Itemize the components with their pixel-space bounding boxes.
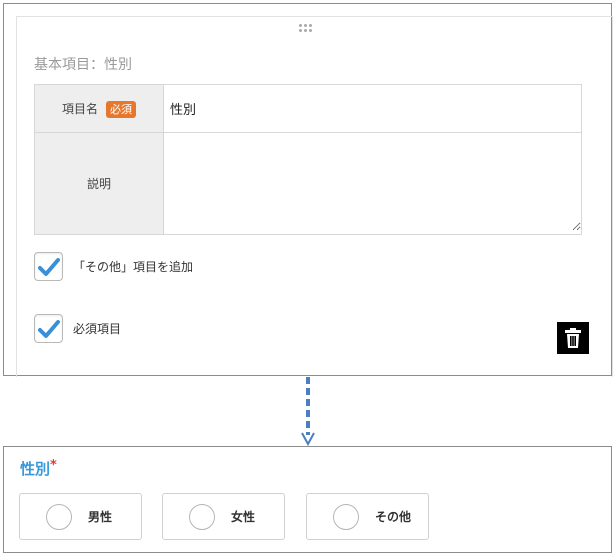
radio-circle-icon (189, 503, 215, 530)
description-header: 説明 (34, 132, 164, 235)
radio-option-male[interactable]: 男性 (19, 493, 142, 540)
radio-label: 女性 (231, 510, 256, 524)
required-field-label: 必須項目 (73, 322, 122, 336)
delete-field-button[interactable] (557, 322, 589, 354)
required-field-checkbox[interactable] (34, 314, 63, 343)
field-settings-table: 項目名必須 説明 (34, 84, 582, 235)
description-cell (163, 132, 582, 235)
preview-title-text: 性別 (20, 460, 51, 478)
form-preview-panel: 性別* 男性 女性 その他 (3, 446, 612, 553)
add-other-option-row: 「その他」項目を追加 (34, 252, 193, 281)
description-label: 説明 (86, 177, 111, 191)
checkmark-icon (37, 319, 60, 338)
description-row: 説明 (34, 132, 582, 235)
radio-circle-icon (46, 503, 72, 530)
radio-label: その他 (375, 510, 412, 524)
radio-circle-icon (333, 503, 359, 530)
field-name-row: 項目名 必須 (34, 84, 582, 133)
field-name-input[interactable] (164, 85, 581, 132)
arrow-down-icon (301, 377, 315, 447)
add-other-label: 「その他」項目を追加 (73, 260, 194, 274)
radio-option-other[interactable]: その他 (306, 493, 429, 540)
preview-field-title: 性別* (20, 458, 57, 479)
drag-handle-icon[interactable] (299, 24, 315, 34)
section-title: 基本項目：性別 (34, 57, 132, 73)
add-other-checkbox[interactable] (34, 252, 63, 281)
required-field-row: 必須項目 (34, 314, 121, 343)
radio-label: 男性 (88, 510, 113, 524)
required-badge: 必須 (106, 100, 136, 118)
field-name-header: 項目名 必須 (34, 84, 164, 133)
description-textarea[interactable] (164, 133, 581, 231)
field-name-label: 項目名 (61, 101, 98, 116)
required-asterisk: * (50, 458, 57, 473)
trash-icon (565, 328, 581, 348)
radio-option-female[interactable]: 女性 (162, 493, 285, 540)
field-name-cell (163, 84, 582, 133)
checkmark-icon (37, 257, 60, 276)
